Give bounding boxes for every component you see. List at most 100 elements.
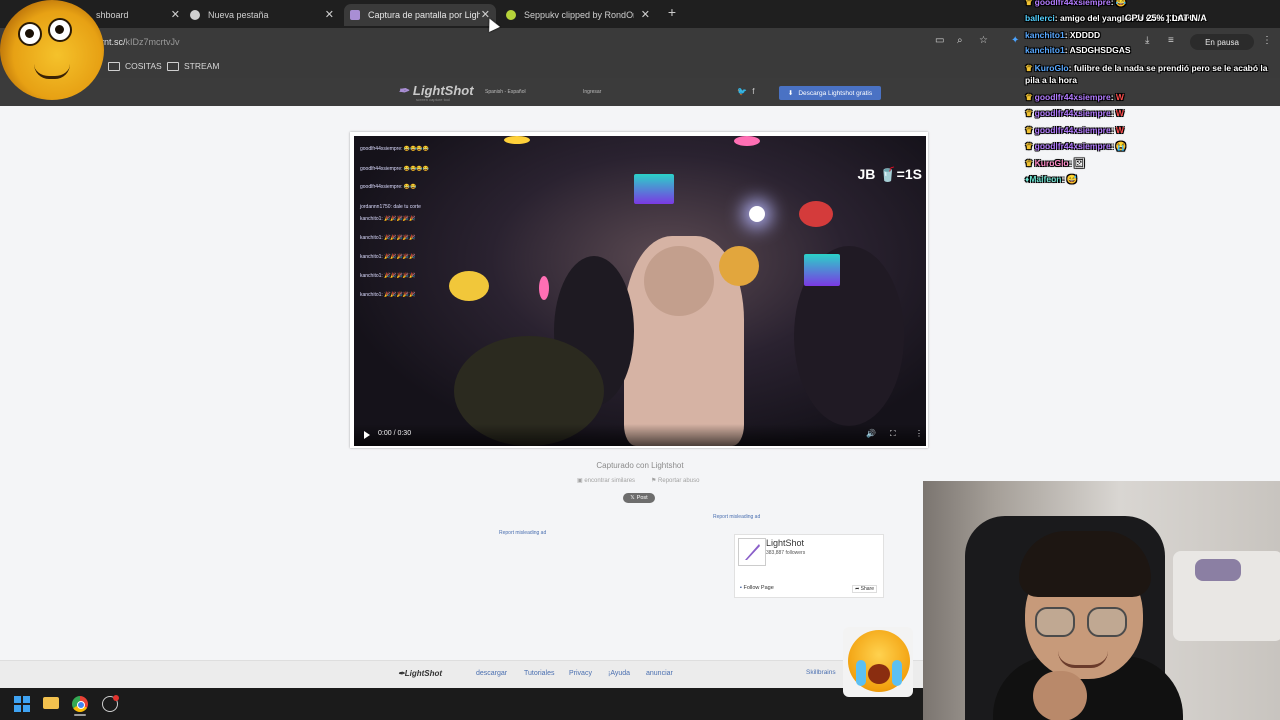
- tab-seppukv-clip[interactable]: Seppukv clipped by RondOnum ✕: [506, 4, 656, 26]
- crown-icon: ♛: [1025, 125, 1033, 135]
- screenshot-video[interactable]: goodlfr44xsiempre: 😂😂😂😂 goodlfr44xsiempr…: [354, 136, 926, 446]
- windows-start-icon[interactable]: [14, 696, 30, 712]
- share-button[interactable]: ➦ Share: [852, 585, 877, 593]
- chat-username: goodlfr44xsiempre: [1034, 141, 1111, 151]
- red-emote: [799, 201, 833, 227]
- video-overlay-label: JB 🥤=1S: [857, 166, 922, 182]
- skillbrains-link[interactable]: Skillbrains: [806, 669, 836, 676]
- fullscreen-icon[interactable]: ⛶: [890, 429, 896, 439]
- footer-link-tutoriales[interactable]: Tutoriales: [524, 670, 554, 677]
- social-links: 🐦 f: [737, 87, 754, 96]
- tab-nueva-pestana[interactable]: Nueva pestaña ✕: [190, 4, 340, 26]
- video-chat-line: kanchito1: 🎉🎉🎉🎉🎉: [360, 273, 416, 279]
- bookmark-star-icon[interactable]: ☆: [979, 35, 988, 46]
- glasses-lens: [1035, 607, 1075, 637]
- zoom-icon[interactable]: ⌕: [957, 35, 963, 46]
- follow-page-button[interactable]: ▪ Follow Page: [740, 585, 774, 591]
- chat-username: KuroGlo: [1034, 63, 1069, 73]
- chat-text: 😭: [1115, 141, 1127, 151]
- chat-text: W: [1115, 125, 1124, 135]
- tab-dashboard[interactable]: shboard ✕: [96, 4, 186, 26]
- logo-subtitle: screen capture tool: [416, 97, 451, 102]
- tear: [892, 660, 902, 686]
- login-link[interactable]: Ingresar: [583, 89, 601, 95]
- close-icon[interactable]: ✕: [325, 8, 334, 21]
- fb-page-name[interactable]: LightShot: [766, 538, 804, 548]
- crown-icon: ♛: [1025, 158, 1033, 168]
- close-icon[interactable]: ✕: [171, 8, 180, 21]
- video-chat-line: jordannn1750: dale tu corte: [360, 204, 421, 210]
- crying-face-icon: [848, 630, 910, 692]
- link-label: Reportar abuso: [658, 478, 700, 484]
- twitter-icon[interactable]: 🐦: [737, 87, 747, 96]
- facebook-icon[interactable]: f: [752, 87, 754, 96]
- tab-title: Seppukv clipped by RondOnum: [524, 10, 634, 20]
- streamer-hand: [1033, 671, 1087, 720]
- volume-icon[interactable]: 🔊: [866, 429, 876, 438]
- performance-hud: CPU 25% | LAT N/A: [1125, 13, 1207, 23]
- chrome-icon[interactable]: [72, 696, 88, 712]
- feather-icon: [350, 10, 360, 20]
- feather-icon: [745, 544, 760, 560]
- tear: [856, 660, 866, 686]
- language-selector[interactable]: Spanish - Español: [485, 89, 526, 95]
- find-similar-link[interactable]: ▣ encontrar similares: [577, 477, 635, 484]
- captured-with-lightshot: Capturado con Lightshot: [596, 461, 684, 470]
- drink-glass: [719, 246, 759, 286]
- feather-icon: ✒: [398, 83, 409, 98]
- webcam-overlay: [923, 481, 1280, 720]
- close-icon[interactable]: ✕: [641, 8, 650, 21]
- chat-message: ♛ goodlfr44xsiempre: W: [1025, 125, 1124, 135]
- video-chat-line: kanchito1: 🎉🎉🎉🎉🎉: [360, 235, 416, 241]
- video-time: 0:00 / 0:30: [378, 430, 412, 437]
- streamer-hair: [1019, 531, 1151, 597]
- logo-text: LightShot: [404, 669, 443, 678]
- x-icon: 𝕏: [630, 495, 635, 501]
- crown-icon: ♛: [1025, 108, 1033, 118]
- chat-username: Maifeon: [1029, 174, 1062, 184]
- new-tab-button[interactable]: +: [664, 4, 680, 22]
- tab-lightshot[interactable]: Captura de pantalla por Lightshot ✕: [344, 4, 496, 26]
- footer-link-anunciar[interactable]: anunciar: [646, 670, 673, 677]
- bookmark-folder-cositas[interactable]: COSITAS: [108, 61, 162, 71]
- footer-logo[interactable]: ✒LightShot: [398, 669, 442, 678]
- report-ad-link[interactable]: Report misleading ad: [499, 530, 546, 536]
- emote-pupil: [25, 29, 34, 38]
- report-abuse-link[interactable]: ⚑ Reportar abuso: [651, 477, 699, 484]
- lightshot-avatar[interactable]: [738, 538, 766, 566]
- chat-username: ballerci: [1025, 13, 1055, 23]
- more-options-icon[interactable]: ⋮: [915, 429, 923, 438]
- facebook-page-widget: LightShot 383,887 followers ▪ Follow Pag…: [734, 534, 884, 598]
- tab-title: Nueva pestaña: [208, 10, 269, 20]
- chat-message: kanchito1: ASDGHSDGAS: [1025, 45, 1131, 55]
- footer-link-ayuda[interactable]: ¡Ayuda: [608, 670, 630, 677]
- play-icon[interactable]: [364, 431, 370, 439]
- globe-icon: [190, 10, 200, 20]
- crown-icon: ♛: [1025, 63, 1033, 73]
- disco-light: [749, 206, 765, 222]
- bookmark-folder-stream[interactable]: STREAM: [167, 61, 219, 71]
- crown-icon: ♛: [1025, 141, 1033, 151]
- confetti: [539, 276, 549, 300]
- chat-message: ♛ goodlfr44xsiempre: 😭: [1025, 141, 1127, 151]
- address-bar[interactable]: prnt.sc/kIDz7mcrtvJv: [96, 31, 996, 53]
- bookmark-label: COSITAS: [125, 61, 162, 71]
- screencast-icon[interactable]: ▭: [935, 35, 944, 46]
- report-ad-link[interactable]: Report misleading ad: [713, 514, 760, 520]
- download-button[interactable]: ⬇ Descarga Lightshot gratis: [779, 86, 881, 100]
- chat-text: W: [1115, 92, 1124, 102]
- file-explorer-icon[interactable]: [43, 697, 59, 709]
- crying-mouth: [868, 664, 890, 684]
- confetti: [734, 136, 760, 146]
- footer-link-privacy[interactable]: Privacy: [569, 670, 592, 677]
- chat-message: ♛ KuroGlo: 🖼: [1025, 158, 1085, 168]
- chat-message: kanchito1: XDDDD: [1025, 30, 1101, 40]
- x-post-button[interactable]: 𝕏 Post: [623, 493, 655, 503]
- footer-link-descargar[interactable]: descargar: [476, 670, 507, 677]
- chat-username: goodlfr44xsiempre: [1034, 92, 1111, 102]
- emote-eye: [48, 18, 72, 42]
- tab-title: Captura de pantalla por Lightshot: [368, 10, 480, 20]
- recording-indicator: [113, 695, 119, 701]
- extension-icon[interactable]: ✦: [1011, 35, 1019, 46]
- dancer-head: [644, 246, 714, 316]
